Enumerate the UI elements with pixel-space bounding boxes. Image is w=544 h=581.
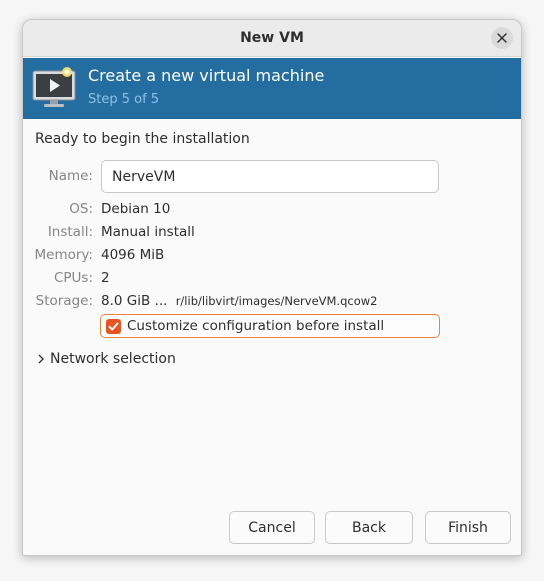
finish-button[interactable]: Finish bbox=[425, 511, 511, 544]
network-selection-label: Network selection bbox=[50, 351, 176, 367]
vm-name-input[interactable] bbox=[101, 160, 439, 193]
cancel-button[interactable]: Cancel bbox=[229, 511, 315, 544]
memory-label: Memory: bbox=[34, 247, 93, 263]
wizard-banner: Create a new virtual machine Step 5 of 5 bbox=[23, 58, 521, 119]
customize-label: Customize configuration before install bbox=[127, 318, 385, 334]
virtual-machine-icon bbox=[32, 67, 76, 107]
os-value: Debian 10 bbox=[101, 201, 171, 217]
new-vm-dialog: New VM Create a new virtual machine Step… bbox=[22, 19, 522, 556]
wizard-step: Step 5 of 5 bbox=[88, 92, 160, 107]
os-label: OS: bbox=[69, 201, 93, 217]
network-selection-expander[interactable]: Network selection bbox=[37, 351, 176, 367]
install-value: Manual install bbox=[101, 224, 195, 240]
close-button[interactable] bbox=[491, 27, 513, 49]
name-label: Name: bbox=[48, 168, 93, 184]
cpus-label: CPUs: bbox=[53, 270, 93, 286]
checkmark-icon bbox=[108, 322, 119, 330]
chevron-right-icon bbox=[38, 354, 44, 364]
storage-size: 8.0 GiB ... bbox=[101, 293, 168, 309]
checkbox-checked[interactable] bbox=[106, 318, 121, 334]
window-title: New VM bbox=[240, 30, 304, 46]
storage-value: 8.0 GiB ... r/lib/libvirt/images/NerveVM… bbox=[101, 293, 377, 309]
back-button[interactable]: Back bbox=[325, 511, 413, 544]
storage-label: Storage: bbox=[35, 293, 93, 309]
ready-message: Ready to begin the installation bbox=[35, 131, 250, 147]
customize-before-install-checkbox[interactable]: Customize configuration before install bbox=[100, 314, 440, 338]
title-bar[interactable]: New VM bbox=[23, 20, 521, 57]
memory-value: 4096 MiB bbox=[101, 247, 165, 263]
install-label: Install: bbox=[47, 224, 93, 240]
cpus-value: 2 bbox=[101, 270, 110, 286]
storage-path: r/lib/libvirt/images/NerveVM.qcow2 bbox=[175, 294, 378, 308]
wizard-heading: Create a new virtual machine bbox=[88, 66, 325, 85]
close-icon bbox=[497, 33, 507, 43]
